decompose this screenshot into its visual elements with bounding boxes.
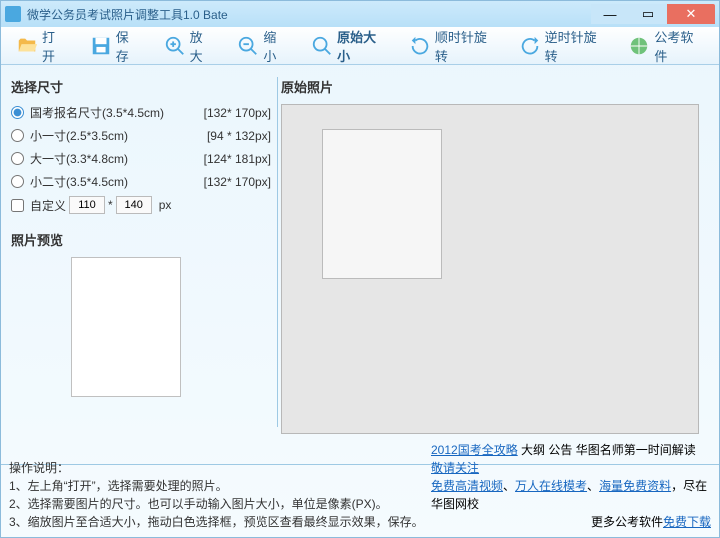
preview-box bbox=[71, 257, 181, 397]
size-radio-1[interactable] bbox=[11, 129, 24, 142]
size-label-2: 大一寸(3.3*4.8cm) bbox=[30, 150, 128, 167]
preview-title: 照片预览 bbox=[11, 230, 271, 249]
rotate-ccw-label: 逆时针旋转 bbox=[545, 27, 605, 65]
open-label: 打开 bbox=[42, 27, 66, 65]
right-panel: 原始照片 bbox=[281, 77, 709, 439]
app-icon bbox=[5, 6, 21, 22]
size-radio-3[interactable] bbox=[11, 175, 24, 188]
promo-link-material[interactable]: 海量免费资料 bbox=[599, 479, 671, 493]
size-radio-0[interactable] bbox=[11, 106, 24, 119]
size-option-3[interactable]: 小二寸(3.5*4.5cm) [132* 170px] bbox=[11, 173, 271, 190]
zoom-out-label: 缩小 bbox=[263, 27, 287, 65]
size-option-2[interactable]: 大一寸(3.3*4.8cm) [124* 181px] bbox=[11, 150, 271, 167]
selection-frame[interactable] bbox=[322, 129, 442, 279]
original-size-label: 原始大小 bbox=[337, 27, 385, 65]
promo-link-follow[interactable]: 敬请关注 bbox=[431, 461, 479, 475]
maximize-button[interactable]: ▭ bbox=[629, 4, 667, 24]
custom-width-input[interactable] bbox=[69, 196, 105, 214]
folder-open-icon bbox=[16, 34, 38, 58]
vertical-divider bbox=[277, 77, 278, 427]
toolbar: 打开 保存 放大 缩小 原始大小 顺时针旋转 逆时针旋转 公考软件 bbox=[1, 27, 719, 65]
rotate-cw-button[interactable]: 顺时针旋转 bbox=[398, 23, 506, 69]
promo-text: 2012国考全攻略 大纲 公告 华图名师第一时间解读 敬请关注 免费高清视频、万… bbox=[431, 441, 711, 531]
rotate-cw-label: 顺时针旋转 bbox=[435, 27, 495, 65]
original-title: 原始照片 bbox=[281, 77, 709, 96]
globe-icon bbox=[628, 34, 650, 58]
size-dim-3: [132* 170px] bbox=[204, 175, 271, 189]
zoom-in-button[interactable]: 放大 bbox=[153, 23, 225, 69]
rotate-ccw-button[interactable]: 逆时针旋转 bbox=[508, 23, 616, 69]
left-panel: 选择尺寸 国考报名尺寸(3.5*4.5cm) [132* 170px] 小一寸(… bbox=[11, 77, 271, 439]
original-size-button[interactable]: 原始大小 bbox=[300, 23, 396, 69]
size-dim-1: [94 * 132px] bbox=[207, 129, 271, 143]
save-button[interactable]: 保存 bbox=[79, 23, 151, 69]
zoom-out-button[interactable]: 缩小 bbox=[226, 23, 298, 69]
minimize-button[interactable]: — bbox=[591, 4, 629, 24]
original-size-icon bbox=[311, 34, 333, 58]
custom-size-row: 自定义 * px bbox=[11, 196, 271, 214]
exam-software-button[interactable]: 公考软件 bbox=[617, 23, 713, 69]
zoom-in-label: 放大 bbox=[190, 27, 214, 65]
select-size-title: 选择尺寸 bbox=[11, 77, 271, 96]
size-option-1[interactable]: 小一寸(2.5*3.5cm) [94 * 132px] bbox=[11, 127, 271, 144]
zoom-out-icon bbox=[237, 34, 259, 58]
size-radio-2[interactable] bbox=[11, 152, 24, 165]
size-dim-0: [132* 170px] bbox=[204, 106, 271, 120]
custom-checkbox[interactable] bbox=[11, 199, 24, 212]
px-label: px bbox=[159, 198, 172, 212]
exam-software-label: 公考软件 bbox=[654, 27, 702, 65]
promo-link-download[interactable]: 免费下载 bbox=[663, 515, 711, 529]
original-photo-box[interactable] bbox=[281, 104, 699, 434]
size-label-3: 小二寸(3.5*4.5cm) bbox=[30, 173, 128, 190]
size-options: 国考报名尺寸(3.5*4.5cm) [132* 170px] 小一寸(2.5*3… bbox=[11, 104, 271, 214]
custom-label: 自定义 bbox=[30, 197, 66, 214]
window-controls: — ▭ ✕ bbox=[591, 4, 715, 24]
close-button[interactable]: ✕ bbox=[667, 4, 715, 24]
size-dim-2: [124* 181px] bbox=[204, 152, 271, 166]
promo-link-video[interactable]: 免费高清视频 bbox=[431, 479, 503, 493]
window-title: 微学公务员考试照片调整工具1.0 Bate bbox=[27, 6, 591, 23]
content-area: 选择尺寸 国考报名尺寸(3.5*4.5cm) [132* 170px] 小一寸(… bbox=[1, 65, 719, 439]
size-label-0: 国考报名尺寸(3.5*4.5cm) bbox=[30, 104, 164, 121]
rotate-ccw-icon bbox=[519, 34, 541, 58]
titlebar: 微学公务员考试照片调整工具1.0 Bate — ▭ ✕ bbox=[1, 1, 719, 27]
save-label: 保存 bbox=[116, 27, 140, 65]
size-label-1: 小一寸(2.5*3.5cm) bbox=[30, 127, 128, 144]
zoom-in-icon bbox=[164, 34, 186, 58]
promo-link-mock[interactable]: 万人在线模考 bbox=[515, 479, 587, 493]
open-button[interactable]: 打开 bbox=[5, 23, 77, 69]
promo-link-guide[interactable]: 2012国考全攻略 bbox=[431, 443, 518, 457]
rotate-cw-icon bbox=[409, 34, 431, 58]
custom-height-input[interactable] bbox=[116, 196, 152, 214]
save-icon bbox=[90, 34, 112, 58]
size-option-0[interactable]: 国考报名尺寸(3.5*4.5cm) [132* 170px] bbox=[11, 104, 271, 121]
